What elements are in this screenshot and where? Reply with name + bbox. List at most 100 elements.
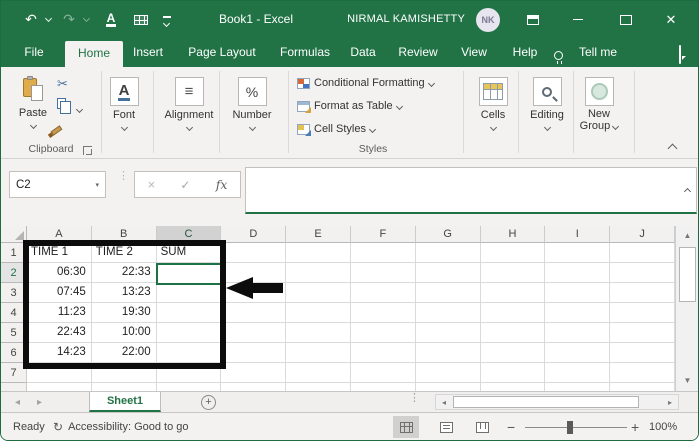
tab-view[interactable]: View	[457, 38, 491, 67]
cell-I6[interactable]	[545, 343, 611, 363]
formula-bar-expand-button[interactable]	[683, 181, 692, 199]
scroll-down-button[interactable]: ▼	[676, 371, 698, 389]
cell-G7[interactable]	[415, 363, 481, 383]
cell-C[interactable]	[156, 383, 222, 391]
column-header-e[interactable]: E	[286, 226, 351, 243]
avatar[interactable]: NK	[476, 8, 500, 32]
clipboard-dialog-launcher[interactable]	[83, 146, 92, 155]
formula-bar-splitter[interactable]: ⋮	[118, 171, 129, 182]
close-button[interactable]: ✕	[656, 1, 686, 38]
cell-I1[interactable]	[545, 243, 611, 263]
cell-D4[interactable]	[221, 303, 287, 323]
cell-G[interactable]	[415, 383, 481, 391]
row-header-partial[interactable]	[1, 383, 27, 391]
cell-J2[interactable]	[610, 263, 675, 283]
tab-data[interactable]: Data	[346, 38, 379, 67]
vertical-scrollbar[interactable]: ▲ ▼	[675, 226, 698, 391]
cell-J4[interactable]	[610, 303, 675, 323]
cell-G1[interactable]	[415, 243, 481, 263]
cell-E7[interactable]	[286, 363, 351, 383]
copy-dropdown[interactable]	[75, 103, 84, 115]
cell-I5[interactable]	[545, 323, 611, 343]
accessibility-status[interactable]: ↻ Accessibility: Good to go	[53, 413, 189, 440]
cell-I[interactable]	[545, 383, 611, 391]
cell-H[interactable]	[480, 383, 546, 391]
format-as-table-button[interactable]: Format as Table	[297, 100, 403, 113]
formula-input[interactable]	[245, 167, 697, 214]
zoom-in-button[interactable]: +	[631, 413, 639, 440]
format-painter-button[interactable]	[50, 124, 63, 136]
new-group-button[interactable]: New Group	[573, 77, 625, 132]
cell-F7[interactable]	[351, 363, 416, 383]
sheet-nav-prev-button[interactable]: ◂	[15, 392, 20, 412]
cell-I2[interactable]	[545, 263, 611, 283]
sheet-nav-next-button[interactable]: ▸	[37, 392, 42, 412]
sheet-tab-sheet1[interactable]: Sheet1	[89, 392, 161, 412]
cell-F6[interactable]	[351, 343, 416, 363]
tab-help[interactable]: Help	[509, 38, 542, 67]
cell-J7[interactable]	[610, 363, 675, 383]
cell-B[interactable]	[91, 383, 157, 391]
cell-E5[interactable]	[286, 323, 351, 343]
cell-I7[interactable]	[545, 363, 611, 383]
cell-I3[interactable]	[545, 283, 611, 303]
scroll-left-button[interactable]: ◂	[436, 395, 452, 409]
cell-H7[interactable]	[480, 363, 546, 383]
maximize-button[interactable]	[611, 1, 641, 38]
paste-button[interactable]: Paste	[11, 76, 55, 131]
cell-J3[interactable]	[610, 283, 675, 303]
horizontal-scroll-thumb[interactable]	[453, 396, 639, 408]
zoom-out-button[interactable]: −	[507, 413, 515, 440]
cell-D1[interactable]	[221, 243, 287, 263]
vertical-scroll-thumb[interactable]	[679, 247, 696, 302]
feedback-comment-icon[interactable]	[679, 45, 681, 64]
normal-view-button[interactable]	[393, 416, 419, 438]
cell-D6[interactable]	[221, 343, 287, 363]
cell-I4[interactable]	[545, 303, 611, 323]
cell-F[interactable]	[351, 383, 416, 391]
cell-E2[interactable]	[286, 263, 351, 283]
cell-G5[interactable]	[415, 323, 481, 343]
cell-styles-button[interactable]: Cell Styles	[297, 123, 377, 136]
number-group-button[interactable]: % Number	[226, 77, 278, 133]
scroll-up-button[interactable]: ▲	[676, 226, 698, 244]
cell-E3[interactable]	[286, 283, 351, 303]
cell-D[interactable]	[221, 383, 287, 391]
undo-dropdown[interactable]	[43, 1, 53, 38]
conditional-formatting-button[interactable]: Conditional Formatting	[297, 77, 435, 89]
alignment-group-button[interactable]: ≡ Alignment	[158, 77, 220, 133]
grid[interactable]: A B C D E F G H I J 1 TIME 1 TIME 2 SUM 2 06:30 22:33 3 07…	[1, 226, 675, 391]
user-name[interactable]: NIRMAL KAMISHETTY	[341, 1, 465, 38]
zoom-level[interactable]: 100%	[649, 413, 677, 440]
font-group-button[interactable]: A Font	[101, 77, 147, 133]
add-sheet-button[interactable]: +	[201, 395, 216, 410]
ribbon-display-options-button[interactable]	[518, 1, 548, 38]
tab-bar-splitter[interactable]: ⋮	[409, 393, 420, 404]
editing-group-button[interactable]: Editing	[522, 77, 572, 133]
font-color-button[interactable]: A	[101, 1, 121, 38]
tab-formulas[interactable]: Formulas	[276, 38, 334, 67]
tab-insert[interactable]: Insert	[129, 38, 167, 67]
cell-D5[interactable]	[221, 323, 287, 343]
cell-H5[interactable]	[480, 323, 546, 343]
cell-G4[interactable]	[415, 303, 481, 323]
cell-F5[interactable]	[351, 323, 416, 343]
tell-me[interactable]: Tell me	[579, 38, 617, 67]
cell-G2[interactable]	[415, 263, 481, 283]
cell-F4[interactable]	[351, 303, 416, 323]
cell-H2[interactable]	[480, 263, 546, 283]
cell-J5[interactable]	[610, 323, 675, 343]
cell-H4[interactable]	[480, 303, 546, 323]
cell-J[interactable]	[610, 383, 675, 391]
cell-G3[interactable]	[415, 283, 481, 303]
cell-E[interactable]	[286, 383, 351, 391]
column-header-f[interactable]: F	[351, 226, 416, 243]
redo-dropdown[interactable]	[81, 1, 91, 38]
column-header-g[interactable]: G	[415, 226, 481, 243]
zoom-slider-track[interactable]	[525, 427, 627, 428]
redo-button[interactable]: ↷	[59, 1, 79, 38]
cell-A[interactable]	[27, 383, 92, 391]
cell-F2[interactable]	[351, 263, 416, 283]
cell-E4[interactable]	[286, 303, 351, 323]
qat-customize-button[interactable]	[159, 1, 175, 38]
